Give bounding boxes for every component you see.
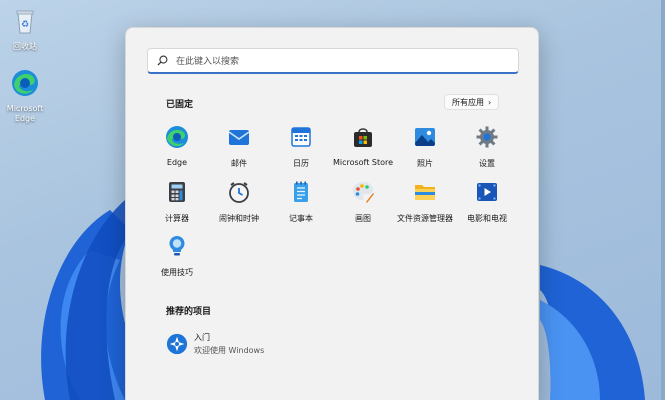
recycle-bin-icon: ♻ [16, 10, 34, 34]
notepad-icon [294, 181, 308, 202]
pinned-app-calendar[interactable]: 日历 [267, 125, 335, 169]
pinned-app-file-explorer[interactable]: 文件资源管理器 [391, 180, 459, 224]
desktop-icon-label: Microsoft Edge [6, 104, 44, 123]
pinned-app-settings[interactable]: 设置 [453, 125, 521, 169]
get-started-icon [166, 333, 188, 355]
photos-icon [415, 128, 435, 146]
pinned-app-photos[interactable]: 照片 [391, 125, 459, 169]
pinned-app-label: 闹钟和时钟 [219, 214, 259, 223]
desktop-icon-edge[interactable]: Microsoft Edge [0, 68, 50, 124]
pinned-app-label: 电影和电视 [467, 214, 507, 223]
pinned-app-label: 计算器 [165, 214, 189, 223]
mail-icon [228, 130, 250, 145]
pinned-app-label: Microsoft Store [332, 158, 394, 167]
pinned-app-tips[interactable]: 使用技巧 [143, 234, 211, 278]
svg-text:♻: ♻ [21, 20, 29, 30]
pinned-app-edge[interactable]: Edge [143, 125, 211, 167]
all-apps-button[interactable]: 所有应用 › [444, 94, 500, 110]
settings-icon [476, 126, 498, 148]
movies-tv-icon [477, 183, 497, 201]
pinned-app-label: 照片 [417, 159, 433, 168]
pinned-app-paint[interactable]: 画图 [329, 180, 397, 224]
file-explorer-icon [415, 185, 435, 200]
edge-icon [12, 70, 38, 96]
pinned-app-label: 日历 [293, 159, 309, 168]
pinned-app-label: 记事本 [289, 214, 313, 223]
search-input[interactable]: 在此键入以搜索 [147, 48, 519, 74]
search-icon [157, 55, 168, 66]
pinned-app-label: 使用技巧 [161, 268, 193, 277]
pinned-app-label: 邮件 [231, 159, 247, 168]
calendar-icon [291, 127, 311, 147]
pinned-app-label: Edge [166, 158, 188, 167]
start-menu: 在此键入以搜索 已固定 所有应用 › Edge 邮件 日历 Microsoft … [125, 27, 539, 400]
tips-icon [169, 236, 185, 256]
pinned-app-notepad[interactable]: 记事本 [267, 180, 335, 224]
pinned-app-label: 设置 [479, 159, 495, 168]
pinned-title: 已固定 [166, 100, 194, 110]
paint-icon [353, 182, 374, 203]
pinned-app-alarms[interactable]: 闹钟和时钟 [205, 180, 273, 224]
pinned-app-label: 文件资源管理器 [397, 214, 453, 223]
pinned-app-store[interactable]: Microsoft Store [329, 125, 397, 167]
pinned-app-calculator[interactable]: 计算器 [143, 180, 211, 224]
recommended-title: 推荐的项目 [166, 307, 212, 317]
search-placeholder: 在此键入以搜索 [176, 57, 240, 67]
edge-icon [166, 126, 188, 148]
pinned-app-movies-tv[interactable]: 电影和电视 [453, 180, 521, 224]
store-icon [354, 128, 372, 147]
pinned-app-label: 画图 [355, 214, 371, 223]
desktop-edge [661, 0, 665, 400]
calculator-icon [169, 182, 185, 202]
chevron-right-icon: › [488, 97, 492, 107]
alarm-clock-icon [229, 182, 249, 203]
recommended-item-title: 入门 [194, 333, 210, 342]
desktop-icon-label: 回收站 [13, 42, 37, 51]
all-apps-label: 所有应用 [452, 97, 484, 107]
pinned-app-mail[interactable]: 邮件 [205, 125, 273, 169]
desktop-icon-recycle-bin[interactable]: ♻ 回收站 [0, 6, 50, 52]
recommended-item-get-started[interactable]: 入门 欢迎使用 Windows [166, 332, 264, 356]
recommended-item-subtitle: 欢迎使用 Windows [194, 346, 265, 355]
